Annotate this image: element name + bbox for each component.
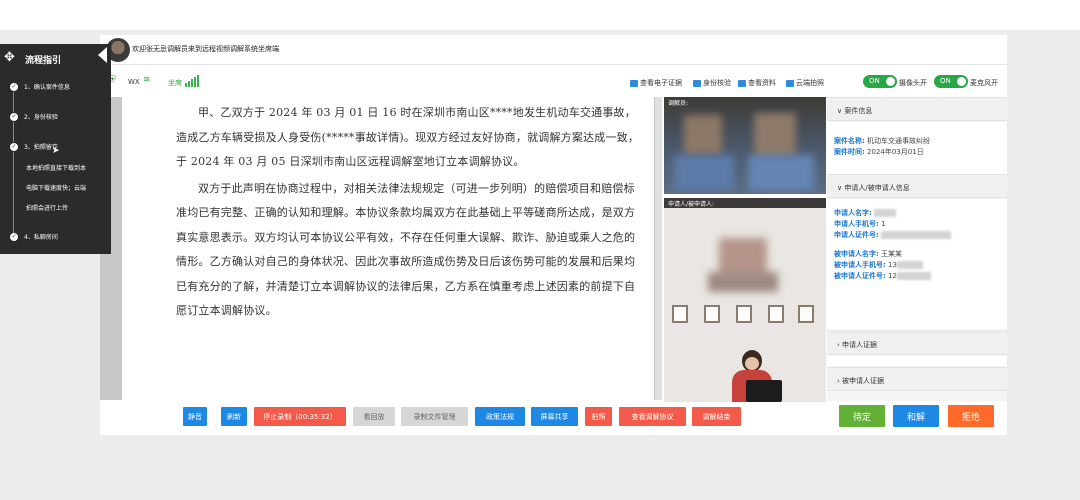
wx-label: WX [128,78,140,86]
video-panel: 调解员: 申请人/被申请人: [662,97,826,402]
respondent-phone: 被申请人手机号: 13 [834,260,923,270]
camera-toggle[interactable]: ON [863,75,897,88]
wall-certificate [798,305,814,323]
welcome-text: 欢迎张无忌调解员来到远程视频调解系统坐席端 [132,45,279,53]
photo-button[interactable]: 拍照 [585,407,612,426]
check-icon: ✓ [10,82,18,91]
party-info-header[interactable]: ∨ 申请人/被申请人信息 [827,174,1007,198]
applicant-id: 申请人证件号: [834,230,952,240]
case-time: 案件时间: 2024年03月01日 [834,148,924,156]
applicant-name: 申请人名字: [834,208,897,218]
title-bar: 欢迎张无忌调解员来到远程视频调解系统坐席端 [100,35,1007,65]
guide-note: 拍照会进行上传 [26,205,69,212]
check-icon: ✓ [10,112,18,121]
mouse-cursor-icon: ➤ [52,146,60,156]
wall-certificate [736,305,752,323]
stop-recording-button[interactable]: 停止录制（00:35:32） [254,407,346,426]
respondent-evidence-header[interactable]: › 被申请人证据 [827,367,1007,391]
pending-button[interactable]: 待定 [839,405,885,427]
uniform [674,155,734,191]
guide-step-2[interactable]: ✓ 2、身份核验 [10,112,58,121]
refresh-button[interactable]: 刷新 [221,407,247,426]
mediator-video: 调解员: [664,97,826,194]
guide-note: 电脑下载速度快；云端 [26,185,87,192]
id-card-icon [693,79,701,87]
agreement-paragraph: 双方于此声明在协商过程中，对相关法律法规规定（可进一步列明）的赔偿项目和赔偿标准… [176,181,636,318]
cloud-photo-button[interactable]: 云端拍照 [786,78,824,88]
guide-header[interactable]: ✥ 流程指引 [0,44,111,72]
applicant-video: 申请人/被申请人: [664,198,826,402]
case-name: 案件名称: 机动车交通事故纠纷 [834,137,931,145]
mediation-app: 欢迎张无忌调解员来到远程视频调解系统坐席端 ⛨ WX ≋ 坐席 查看电子证据 身… [100,35,1007,435]
view-materials-button[interactable]: 查看资料 [738,78,776,88]
document-scrollbar[interactable] [655,97,662,400]
respondent-name: 被申请人名字: 王某某 [834,250,903,258]
respondent-id: 被申请人证件号: 12 [834,271,931,281]
case-info-header[interactable]: ∨ 案件信息 [827,97,1007,121]
camera-icon [786,79,794,87]
process-guide-panel[interactable]: ✥ 流程指引 ✓ 1、确认案件信息 ✓ 2、身份核验 ✓ 3、拍照留存 ➤ 本地拍照直… [0,44,111,254]
share-screen-button[interactable]: 屏幕共享 [531,407,578,426]
view-agreement-button[interactable]: 查看调解协议 [619,407,686,426]
wall-certificate [672,305,688,323]
guide-title: 流程指引 [25,56,62,66]
end-mediation-button[interactable]: 调解结束 [692,407,741,426]
document-icon [630,79,638,87]
applicant-label: 申请人/被申请人: [668,201,715,208]
wall-certificate [768,305,784,323]
guide-step-3[interactable]: ✓ 3、拍照留存 [10,142,58,151]
wifi-icon: ≋ [143,75,151,85]
policy-button[interactable]: 政策法规 [475,407,525,426]
playback-button[interactable]: 看回放 [353,407,395,426]
agreement-document: 甲、乙双方于 2024 年 03 月 01 日 16 时在深圳市南山区****地… [122,97,654,400]
settle-button[interactable]: 和解 [893,405,939,427]
status-bar: ⛨ WX ≋ 坐席 查看电子证据 身份核验 查看资料 云端拍照 ON 摄像头开 … [100,71,1007,93]
camera-label: 摄像头开 [899,79,927,87]
document-viewer[interactable]: 甲、乙双方于 2024 年 03 月 01 日 16 时在深圳市南山区****地… [100,97,662,400]
applicant-phone: 申请人手机号: 1 [834,220,886,228]
wall-certificate [704,305,720,323]
check-icon: ✓ [10,232,18,241]
identity-verify-button[interactable]: 身份核验 [693,78,731,88]
record-files-button[interactable]: 录制文件管理 [401,407,468,426]
mic-label: 麦克风开 [970,79,998,87]
top-strip [0,0,1080,30]
laptop [746,380,782,402]
network-label: 坐席 [168,79,182,87]
check-icon: ✓ [10,142,18,151]
applicant-evidence-header[interactable]: › 申请人证据 [827,331,1007,355]
mic-toggle[interactable]: ON [934,75,968,88]
folder-icon [738,79,746,87]
mute-button[interactable]: 静音 [183,407,207,426]
info-sidebar: ∨ 案件信息 案件名称: 机动车交通事故纠纷 案件时间: 2024年03月01日… [827,97,1007,401]
blurred-face [754,113,796,157]
agreement-paragraph: 甲、乙双方于 2024 年 03 月 01 日 16 时在深圳市南山区****地… [176,106,640,168]
guide-note: 本地拍照直接下载到本 [26,165,87,172]
signal-icon [185,75,199,87]
move-icon[interactable]: ✥ [4,50,15,65]
blurred-body [708,272,778,292]
blurred-face [684,115,722,155]
guide-step-4[interactable]: ✓ 4、私聊房间 [10,232,58,241]
guide-step-1[interactable]: ✓ 1、确认案件信息 [10,82,70,91]
party-info-body: 申请人名字: 申请人手机号: 1 申请人证件号: 被申请人名字: 王某某 被申请… [827,199,1007,329]
view-evidence-button[interactable]: 查看电子证据 [630,78,682,88]
collapse-icon[interactable] [98,47,107,63]
uniform [748,155,814,191]
reject-button[interactable]: 拒绝 [948,405,994,427]
case-info-body: 案件名称: 机动车交通事故纠纷 案件时间: 2024年03月01日 [827,122,1007,174]
mediator-label: 调解员: [668,100,689,107]
